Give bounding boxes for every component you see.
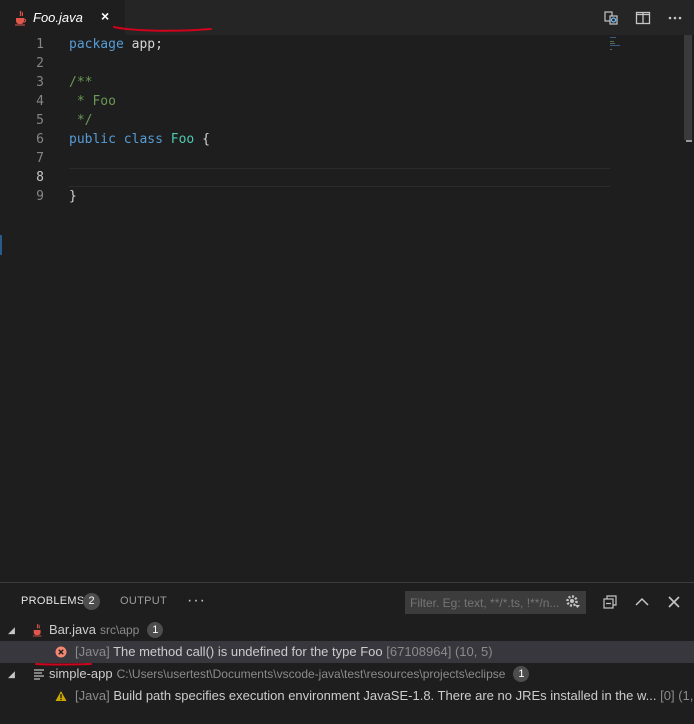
code-line[interactable]: 8 bbox=[0, 168, 610, 187]
chevron-down-icon[interactable]: ◢ bbox=[8, 619, 15, 641]
problem-message: Build path specifies execution environme… bbox=[113, 688, 657, 703]
code-line[interactable]: 5 */ bbox=[0, 111, 610, 130]
line-code: } bbox=[69, 187, 77, 206]
code-token: class bbox=[123, 132, 163, 147]
compare-icon bbox=[604, 11, 618, 25]
problems-filter bbox=[405, 591, 586, 614]
problem-message: The method call() is undefined for the t… bbox=[113, 644, 383, 659]
split-editor-button[interactable] bbox=[634, 9, 652, 27]
code-line[interactable]: 4 * Foo bbox=[0, 92, 610, 111]
tab-title: Foo.java bbox=[33, 10, 83, 25]
annotation-underline-tab bbox=[113, 26, 212, 32]
problem-file-row[interactable]: ◢ Bar.java src\app 1 bbox=[0, 619, 694, 641]
line-number: 4 bbox=[36, 94, 44, 109]
code-token: /** bbox=[69, 75, 93, 90]
code-token: app; bbox=[123, 37, 163, 52]
line-code: * Foo bbox=[69, 92, 116, 111]
code-line[interactable]: 9} bbox=[0, 187, 610, 206]
code-token: */ bbox=[69, 113, 93, 128]
collapse-all-icon[interactable] bbox=[602, 594, 618, 610]
code-line[interactable]: 6 public class Foo { bbox=[0, 130, 610, 149]
code-token: { bbox=[194, 132, 210, 147]
bottom-panel: PROBLEMS 2 OUTPUT ··· ◢ bbox=[0, 582, 694, 724]
line-number: 7 bbox=[36, 151, 44, 166]
problem-file-row[interactable]: ◢ simple-app C:\Users\usertest\Documents\… bbox=[0, 663, 694, 685]
chevron-down-icon[interactable]: ◢ bbox=[8, 663, 15, 685]
editor-scrollbar-thumb[interactable] bbox=[684, 35, 692, 140]
code-line[interactable]: 2 bbox=[0, 54, 610, 73]
code-editor[interactable]: 1 package app; 2 3/** 4 * Foo 5 */6 public cla… bbox=[0, 35, 694, 581]
problem-file-name: simple-app bbox=[49, 666, 113, 681]
panel-tab-bar: PROBLEMS 2 OUTPUT ··· bbox=[0, 583, 694, 621]
error-icon bbox=[55, 646, 67, 658]
panel-more-tabs-button[interactable]: ··· bbox=[187, 592, 206, 610]
split-editor-icon bbox=[635, 11, 651, 25]
problem-item-row[interactable]: [Java] The method call() is undefined fo… bbox=[0, 641, 694, 663]
problem-code: [67108964] bbox=[386, 644, 452, 659]
code-line[interactable]: 1 package app; bbox=[0, 35, 610, 54]
more-actions-button[interactable] bbox=[666, 9, 684, 27]
code-token: package bbox=[69, 37, 124, 52]
line-number: 6 bbox=[36, 132, 44, 147]
problem-code: [0] bbox=[660, 688, 675, 703]
code-token: * Foo bbox=[69, 94, 116, 109]
ellipsis-icon bbox=[668, 16, 682, 20]
line-number: 9 bbox=[36, 189, 44, 204]
code-token: Foo bbox=[170, 132, 195, 147]
line-code: /** bbox=[69, 73, 92, 92]
problem-file-name: Bar.java bbox=[49, 622, 96, 637]
open-changes-button[interactable] bbox=[602, 9, 620, 27]
overview-ruler-marker bbox=[686, 140, 692, 142]
maximize-panel-icon[interactable] bbox=[634, 594, 650, 610]
code-line[interactable]: 7 bbox=[0, 149, 610, 168]
editor-tab-bar: Foo.java × bbox=[0, 0, 694, 35]
problem-location: (10, 5) bbox=[454, 644, 493, 659]
problems-filter-input[interactable] bbox=[405, 591, 560, 614]
filter-settings-icon[interactable] bbox=[565, 594, 581, 610]
editor-actions bbox=[602, 8, 684, 28]
line-number: 5 bbox=[36, 113, 44, 128]
line-number: 3 bbox=[36, 75, 44, 90]
code-token: public bbox=[69, 132, 116, 147]
line-code: public class Foo { bbox=[69, 130, 210, 149]
problem-source: [Java] bbox=[75, 688, 110, 703]
java-file-icon bbox=[15, 10, 26, 26]
editor-tab-foo-java[interactable]: Foo.java × bbox=[0, 0, 125, 35]
problem-count-badge: 1 bbox=[513, 665, 530, 682]
problem-item-row[interactable]: [Java] Build path specifies execution en… bbox=[0, 685, 694, 707]
tab-output[interactable]: OUTPUT bbox=[120, 595, 167, 607]
close-panel-icon[interactable] bbox=[666, 594, 682, 610]
tab-problems[interactable]: PROBLEMS bbox=[21, 595, 85, 607]
line-code: */ bbox=[69, 111, 93, 130]
warning-icon bbox=[55, 691, 67, 701]
java-file-icon bbox=[32, 623, 42, 637]
problem-file-path: C:\Users\usertest\Documents\vscode-java\… bbox=[116, 667, 506, 681]
problem-file-path: src\app bbox=[99, 623, 140, 637]
minimap[interactable] bbox=[610, 35, 632, 55]
line-number: 2 bbox=[36, 56, 44, 71]
project-icon bbox=[34, 669, 44, 680]
line-number: 1 bbox=[36, 37, 44, 52]
sash-indicator bbox=[0, 235, 2, 255]
problem-source: [Java] bbox=[75, 644, 110, 659]
line-code: package app; bbox=[69, 35, 163, 54]
line-number: 8 bbox=[36, 170, 44, 185]
problem-count-badge: 1 bbox=[147, 621, 164, 638]
problems-count-badge: 2 bbox=[83, 593, 100, 610]
close-tab-button[interactable]: × bbox=[101, 8, 113, 24]
code-line[interactable]: 3 /** bbox=[0, 73, 610, 92]
problem-location: (1, 1) bbox=[678, 688, 694, 703]
code-token: } bbox=[69, 189, 77, 204]
